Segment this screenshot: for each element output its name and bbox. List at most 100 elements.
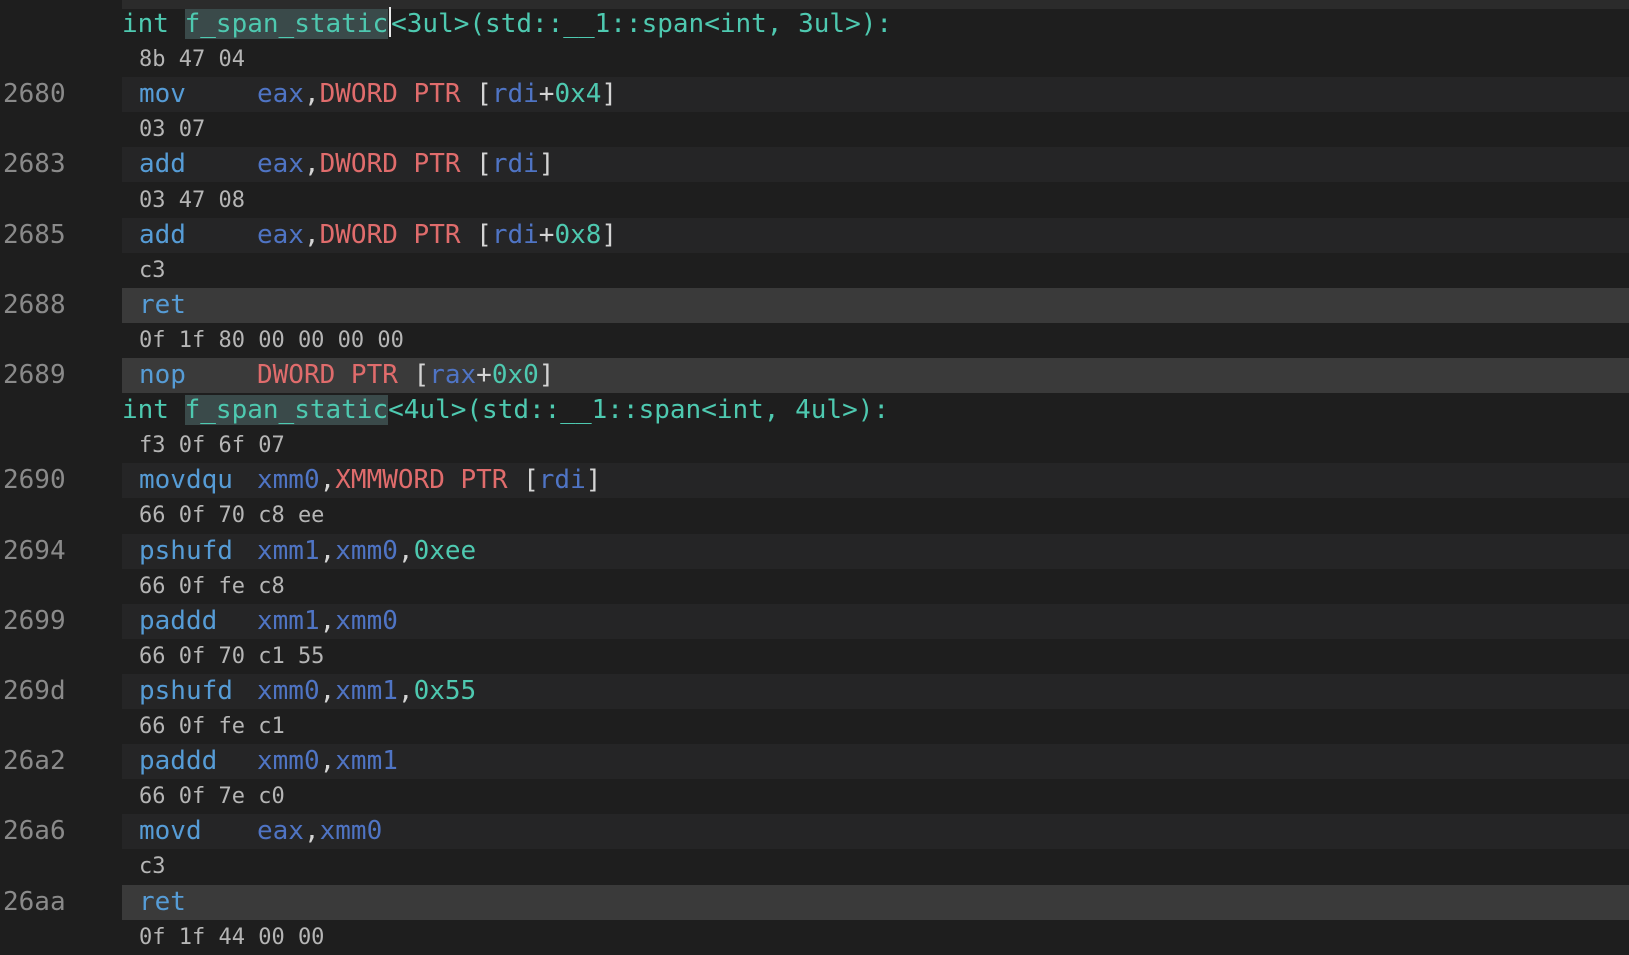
opcode-bytes-row: 66 0f fe c1 bbox=[0, 709, 1629, 744]
operand-register: xmm1 bbox=[335, 746, 398, 777]
opcode-bytes-row: 03 07 bbox=[0, 112, 1629, 148]
operand-register: eax bbox=[257, 149, 304, 180]
function-template-args: <4ul>(std::__1::span<int, 4ul>): bbox=[388, 395, 890, 426]
instruction-mnemonic: movdqu bbox=[139, 465, 233, 496]
operand-register: eax bbox=[257, 79, 304, 110]
operand-register: xmm0 bbox=[335, 605, 398, 636]
instruction-address: 2688 bbox=[3, 289, 66, 320]
instruction-text[interactable]: add eax,DWORD PTR [rdi+0x8] bbox=[139, 218, 617, 253]
opcode-bytes-background bbox=[122, 112, 1629, 148]
instruction-text[interactable]: ret bbox=[139, 288, 257, 323]
function-return-type: int bbox=[122, 9, 185, 39]
opcode-bytes-row: 03 47 08 bbox=[0, 182, 1629, 218]
operand-register: xmm0 bbox=[257, 746, 320, 777]
operand-register: eax bbox=[257, 219, 304, 250]
operand-register: xmm1 bbox=[257, 605, 320, 636]
instruction-address: 2683 bbox=[3, 149, 66, 180]
instruction-line[interactable]: 2688 ret bbox=[0, 287, 1629, 323]
instruction-text[interactable]: paddd xmm1,xmm0 bbox=[139, 604, 398, 639]
operand-immediate: 0x55 bbox=[413, 675, 477, 706]
instruction-text[interactable]: paddd xmm0,xmm1 bbox=[139, 744, 398, 779]
instruction-line[interactable]: 2680 mov eax,DWORD PTR [rdi+0x4] bbox=[0, 77, 1629, 113]
function-name[interactable]: f_span_static bbox=[184, 9, 389, 39]
instruction-address: 26aa bbox=[3, 886, 66, 917]
instruction-text[interactable]: nop DWORD PTR [rax+0x0] bbox=[139, 358, 554, 393]
operand-immediate: 0xee bbox=[413, 535, 477, 566]
operand-register: rdi bbox=[491, 219, 539, 250]
function-signature[interactable]: int f_span_static<4ul>(std::__1::span<in… bbox=[122, 393, 889, 428]
opcode-bytes-background bbox=[122, 709, 1629, 744]
instruction-line[interactable]: 269d pshufd xmm0,xmm1,0x55 bbox=[0, 673, 1629, 709]
instruction-line[interactable]: 2699 paddd xmm1,xmm0 bbox=[0, 603, 1629, 639]
instruction-address: 26a2 bbox=[3, 746, 66, 777]
operand-punctuation: , bbox=[319, 675, 336, 706]
function-name[interactable]: f_span_static bbox=[184, 395, 389, 426]
instruction-text[interactable]: pshufd xmm1,xmm0,0xee bbox=[139, 534, 476, 569]
instruction-text[interactable]: ret bbox=[139, 885, 257, 920]
operand-register: rax bbox=[429, 360, 477, 390]
operand-punctuation: , bbox=[303, 149, 320, 180]
instruction-line[interactable]: 26a6 movd eax,xmm0 bbox=[0, 814, 1629, 850]
instruction-address: 2694 bbox=[3, 535, 66, 566]
opcode-bytes-background bbox=[122, 498, 1629, 534]
operand-punctuation: ] bbox=[601, 219, 618, 250]
operand-immediate: 0x0 bbox=[491, 360, 539, 390]
instruction-text[interactable]: movd eax,xmm0 bbox=[139, 814, 382, 849]
function-header[interactable]: int f_span_static<4ul>(std::__1::span<in… bbox=[0, 393, 1629, 428]
operand-punctuation: [ bbox=[460, 149, 492, 180]
function-header[interactable]: int f_span_static <3ul>(std::__1::span<in… bbox=[0, 7, 1629, 42]
function-signature[interactable]: int f_span_static <3ul>(std::__1::span<in… bbox=[122, 7, 892, 42]
instruction-text[interactable]: mov eax,DWORD PTR [rdi+0x4] bbox=[139, 77, 617, 112]
operand-punctuation: ] bbox=[538, 149, 555, 180]
operand-punctuation: , bbox=[319, 535, 336, 566]
instruction-text[interactable]: pshufd xmm0,xmm1,0x55 bbox=[139, 674, 476, 709]
opcode-bytes: 03 07 bbox=[139, 117, 206, 143]
operand-punctuation: , bbox=[397, 675, 414, 706]
operand-register: xmm0 bbox=[257, 675, 320, 706]
operand-register: xmm0 bbox=[335, 535, 398, 566]
instruction-text[interactable]: movdqu xmm0,XMMWORD PTR [rdi] bbox=[139, 463, 601, 498]
instruction-line[interactable]: 2690 movdqu xmm0,XMMWORD PTR [rdi] bbox=[0, 463, 1629, 499]
operand-punctuation: + bbox=[538, 219, 555, 250]
instruction-address: 2689 bbox=[3, 360, 66, 390]
opcode-bytes-row: 66 0f fe c8 bbox=[0, 568, 1629, 604]
opcode-bytes-row: 0f 1f 80 00 00 00 00 bbox=[0, 322, 1629, 358]
opcode-bytes-background bbox=[122, 919, 1629, 955]
operand-punctuation: , bbox=[303, 816, 320, 847]
operand-register: xmm1 bbox=[335, 675, 398, 706]
instruction-line[interactable]: 26a2 paddd xmm0,xmm1 bbox=[0, 744, 1629, 780]
operand-immediate: 0x8 bbox=[554, 219, 602, 250]
instruction-line[interactable]: 26aa ret bbox=[0, 884, 1629, 920]
opcode-bytes: 66 0f fe c8 bbox=[139, 573, 285, 599]
instruction-address: 26a6 bbox=[3, 816, 66, 847]
instruction-mnemonic: ret bbox=[139, 289, 186, 320]
operand-punctuation: , bbox=[303, 219, 320, 250]
disassembly-view[interactable]: int f_span_static <3ul>(std::__1::span<in… bbox=[0, 0, 1629, 955]
instruction-highlight bbox=[122, 287, 1629, 323]
instruction-line[interactable]: 2694 pshufd xmm1,xmm0,0xee bbox=[0, 533, 1629, 569]
instruction-mnemonic: pshufd bbox=[139, 675, 233, 706]
instruction-line[interactable]: 2685 add eax,DWORD PTR [rdi+0x8] bbox=[0, 217, 1629, 253]
operand-punctuation: , bbox=[319, 465, 336, 496]
opcode-bytes: 0f 1f 80 00 00 00 00 bbox=[139, 327, 404, 353]
opcode-bytes-background bbox=[122, 182, 1629, 218]
opcode-bytes-row: c3 bbox=[0, 849, 1629, 885]
instruction-mnemonic: add bbox=[139, 219, 186, 250]
instruction-line[interactable]: 2689 nop DWORD PTR [rax+0x0] bbox=[0, 358, 1629, 393]
operand-register: eax bbox=[257, 816, 304, 847]
operand-punctuation: ] bbox=[585, 465, 602, 496]
operand-punctuation: ] bbox=[601, 79, 618, 110]
instruction-text[interactable]: add eax,DWORD PTR [rdi] bbox=[139, 147, 554, 182]
instruction-line[interactable]: 2683 add eax,DWORD PTR [rdi] bbox=[0, 147, 1629, 183]
operand-size-keyword: XMMWORD PTR bbox=[335, 465, 508, 496]
opcode-bytes-background bbox=[122, 42, 1629, 78]
operand-punctuation: [ bbox=[460, 219, 492, 250]
opcode-bytes: 8b 47 04 bbox=[139, 47, 245, 73]
operand-punctuation: + bbox=[538, 79, 555, 110]
opcode-bytes: 66 0f fe c1 bbox=[139, 714, 285, 739]
operand-punctuation: ] bbox=[538, 360, 555, 390]
operand-punctuation: , bbox=[303, 79, 320, 110]
opcode-bytes-background bbox=[122, 779, 1629, 815]
instruction-mnemonic: ret bbox=[139, 886, 186, 917]
operand-punctuation: , bbox=[319, 746, 336, 777]
